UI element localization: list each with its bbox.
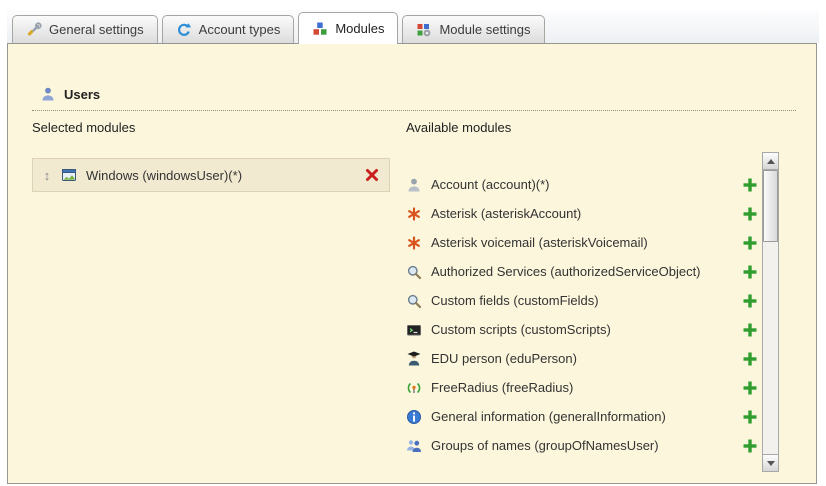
script-icon [406,322,422,338]
available-modules-heading: Available modules [406,120,511,135]
add-module-button[interactable] [742,322,758,338]
add-module-button[interactable] [742,293,758,309]
arrow-down-icon [767,461,775,466]
tab-general-settings[interactable]: General settings [12,15,158,43]
remove-module-button[interactable] [364,167,380,183]
available-module-row: Asterisk voicemail (asteriskVoicemail) [406,228,758,257]
tab-label: General settings [49,22,144,37]
module-label: Authorized Services (authorizedServiceOb… [431,264,733,279]
add-module-button[interactable] [742,380,758,396]
tab-modules[interactable]: Modules [298,12,398,44]
edu-person-icon [406,351,422,367]
available-module-row: EDU person (eduPerson) [406,344,758,373]
available-module-row: Account (account)(*) [406,170,758,199]
module-label: Account (account)(*) [431,177,733,192]
available-modules-list: Account (account)(*) Asterisk (asteriskA… [406,170,758,460]
add-module-button[interactable] [742,438,758,454]
available-module-row: Asterisk (asteriskAccount) [406,199,758,228]
add-module-button[interactable] [742,235,758,251]
add-module-button[interactable] [742,264,758,280]
selected-modules-heading: Selected modules [32,120,135,135]
magnifier-icon [406,264,422,280]
module-label: Custom fields (customFields) [431,293,733,308]
module-label: Windows (windowsUser)(*) [86,168,355,183]
tab-label: Modules [335,21,384,36]
available-module-row: Authorized Services (authorizedServiceOb… [406,257,758,286]
add-module-button[interactable] [742,206,758,222]
module-selection-page: General settings Account types Modules [0,0,826,486]
scroll-thumb[interactable] [763,170,778,242]
section-title: Users [64,87,100,102]
scroll-down-button[interactable] [763,454,778,471]
dotted-divider [32,110,796,111]
asterisk-voicemail-icon [406,235,422,251]
tab-account-types[interactable]: Account types [162,15,295,43]
wrench-icon [26,22,42,38]
section-heading: Users [40,86,100,102]
module-label: Custom scripts (customScripts) [431,322,733,337]
radius-icon [406,380,422,396]
module-label: EDU person (eduPerson) [431,351,733,366]
user-icon [40,86,56,102]
module-label: Asterisk voicemail (asteriskVoicemail) [431,235,733,250]
info-icon [406,409,422,425]
available-module-row: Custom scripts (customScripts) [406,315,758,344]
module-label: Asterisk (asteriskAccount) [431,206,733,221]
scrollbar[interactable] [762,152,779,472]
module-label: FreeRadius (freeRadius) [431,380,733,395]
modules-icon [312,21,328,37]
group-icon [406,438,422,454]
add-module-button[interactable] [742,177,758,193]
drag-handle-icon[interactable]: ↕ [42,169,52,182]
tab-label: Account types [199,22,281,37]
tab-label: Module settings [439,22,530,37]
content-panel: Users Selected modules Available modules… [7,43,817,484]
add-module-button[interactable] [742,409,758,425]
tab-module-settings[interactable]: Module settings [402,15,544,43]
available-module-row: Groups of names (groupOfNamesUser) [406,431,758,460]
selected-module-row: ↕ Windows (windowsUser)(*) [32,158,390,192]
module-settings-icon [416,22,432,38]
magnifier-icon [406,293,422,309]
available-module-row: General information (generalInformation) [406,402,758,431]
scroll-track[interactable] [763,169,778,455]
scroll-up-button[interactable] [763,153,778,170]
available-module-row: FreeRadius (freeRadius) [406,373,758,402]
account-icon [406,177,422,193]
arrow-up-icon [767,159,775,164]
module-label: General information (generalInformation) [431,409,733,424]
module-label: Groups of names (groupOfNamesUser) [431,438,733,453]
add-module-button[interactable] [742,351,758,367]
windows-icon [61,167,77,183]
tab-bar: General settings Account types Modules [7,10,819,43]
asterisk-icon [406,206,422,222]
available-module-row: Custom fields (customFields) [406,286,758,315]
gear-icon [176,22,192,38]
